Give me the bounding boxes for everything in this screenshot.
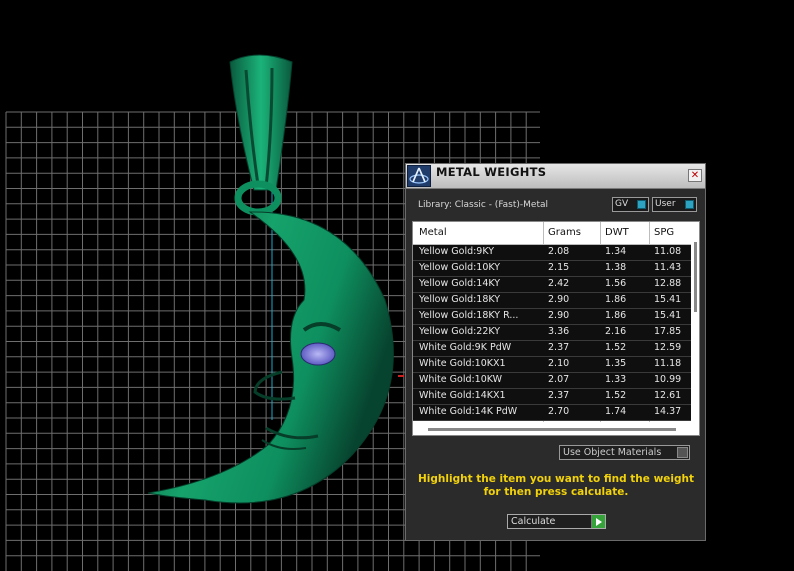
table-row[interactable]: Yellow Gold:14KY 2.42 1.56 12.88 (413, 277, 691, 293)
spg-cell: 12.61 (654, 390, 682, 401)
spg-cell: 11.18 (654, 358, 682, 369)
table-row[interactable]: White Gold:14K PdW 2.70 1.74 14.37 (413, 405, 691, 421)
library-label: Library: Classic - (Fast)-Metal (418, 200, 549, 210)
grams-cell: 2.08 (548, 246, 570, 257)
metal-cell: White Gold:14K PdW (419, 406, 518, 417)
use-object-materials-checkbox[interactable] (677, 447, 688, 458)
vertical-scrollbar[interactable] (691, 222, 699, 435)
metal-cell: Yellow Gold:18KY (419, 294, 501, 305)
spg-cell: 12.88 (654, 278, 682, 289)
gv-toggle-switch (637, 200, 646, 209)
column-header-dwt[interactable]: DWT (605, 227, 629, 238)
metal-cell: Yellow Gold:10KY (419, 262, 501, 273)
grams-cell: 3.36 (548, 326, 570, 337)
metal-cell: White Gold:14KX1 (419, 390, 506, 401)
pendant-bail (229, 54, 293, 191)
metal-cell: Yellow Gold:9KY (419, 246, 495, 257)
table-row[interactable]: Yellow Gold:18KY 2.90 1.86 15.41 (413, 293, 691, 309)
table-row[interactable]: Yellow Gold:22KY 3.36 2.16 17.85 (413, 325, 691, 341)
gv-toggle[interactable]: GV (612, 197, 649, 212)
table-row[interactable]: White Gold:10KX1 2.10 1.35 11.18 (413, 357, 691, 373)
gv-toggle-label: GV (615, 199, 629, 209)
vertical-scroll-thumb[interactable] (694, 242, 697, 312)
user-toggle[interactable]: User (652, 197, 697, 212)
use-object-materials-label: Use Object Materials (563, 447, 662, 458)
metal-table: Metal Grams DWT SPG Yellow Gold:9KY 2.08 1… (412, 221, 700, 436)
dwt-cell: 1.33 (605, 374, 627, 385)
spg-cell: 15.41 (654, 310, 682, 321)
grams-cell: 2.90 (548, 294, 570, 305)
panel-titlebar[interactable]: METAL WEIGHTS ✕ (406, 164, 705, 189)
metal-cell: Yellow Gold:18KY R... (419, 310, 519, 321)
metal-cell: White Gold:9K PdW (419, 342, 512, 353)
user-toggle-label: User (655, 199, 676, 209)
spg-cell: 10.99 (654, 374, 682, 385)
table-row[interactable]: White Gold:10KW 2.07 1.33 10.99 (413, 373, 691, 389)
table-row[interactable]: Yellow Gold:9KY 2.08 1.34 11.08 (413, 245, 691, 261)
column-header-spg[interactable]: SPG (654, 227, 674, 238)
grams-cell: 2.90 (548, 310, 570, 321)
dwt-cell: 1.52 (605, 390, 627, 401)
instruction-text: Highlight the item you want to find the … (418, 473, 694, 498)
horizontal-scrollbar[interactable] (413, 424, 691, 435)
calculate-label: Calculate (511, 516, 556, 527)
dwt-cell: 1.38 (605, 262, 627, 273)
user-toggle-switch (685, 200, 694, 209)
metal-weights-panel: METAL WEIGHTS ✕ Library: Classic - (Fast… (405, 163, 706, 541)
column-header-grams[interactable]: Grams (548, 227, 581, 238)
moon-eye (300, 342, 336, 366)
dwt-cell: 1.35 (605, 358, 627, 369)
grams-cell: 2.10 (548, 358, 570, 369)
dwt-cell: 1.74 (605, 406, 627, 417)
grams-cell: 2.70 (548, 406, 570, 417)
grams-cell: 2.15 (548, 262, 570, 273)
close-icon[interactable]: ✕ (688, 169, 702, 182)
dwt-cell: 1.34 (605, 246, 627, 257)
app-logo-icon (407, 165, 431, 187)
spg-cell: 11.08 (654, 246, 682, 257)
moon-pendant (147, 211, 394, 504)
grams-cell: 2.42 (548, 278, 570, 289)
metal-cell: Yellow Gold:14KY (419, 278, 501, 289)
horizontal-scroll-thumb[interactable] (428, 428, 676, 431)
spg-cell: 12.59 (654, 342, 682, 353)
dwt-cell: 1.86 (605, 310, 627, 321)
metal-cell: Yellow Gold:22KY (419, 326, 501, 337)
dwt-cell: 1.52 (605, 342, 627, 353)
table-row[interactable]: White Gold:9K PdW 2.37 1.52 12.59 (413, 341, 691, 357)
play-icon (591, 515, 605, 528)
grams-cell: 2.37 (548, 390, 570, 401)
use-object-materials-toggle[interactable]: Use Object Materials (559, 445, 690, 460)
table-row[interactable]: Yellow Gold:18KY R... 2.90 1.86 15.41 (413, 309, 691, 325)
metal-cell: White Gold:10KW (419, 374, 503, 385)
grams-cell: 2.37 (548, 342, 570, 353)
spg-cell: 14.37 (654, 406, 682, 417)
spg-cell: 15.41 (654, 294, 682, 305)
spg-cell: 11.43 (654, 262, 682, 273)
metal-cell: White Gold:10KX1 (419, 358, 506, 369)
table-row[interactable]: White Gold:14KX1 2.37 1.52 12.61 (413, 389, 691, 405)
grams-cell: 2.07 (548, 374, 570, 385)
spg-cell: 17.85 (654, 326, 682, 337)
dwt-cell: 2.16 (605, 326, 627, 337)
dwt-cell: 1.86 (605, 294, 627, 305)
panel-title: METAL WEIGHTS (436, 165, 547, 179)
table-row[interactable]: Yellow Gold:10KY 2.15 1.38 11.43 (413, 261, 691, 277)
calculate-button[interactable]: Calculate (507, 514, 606, 529)
dwt-cell: 1.56 (605, 278, 627, 289)
column-header-metal[interactable]: Metal (419, 227, 447, 238)
